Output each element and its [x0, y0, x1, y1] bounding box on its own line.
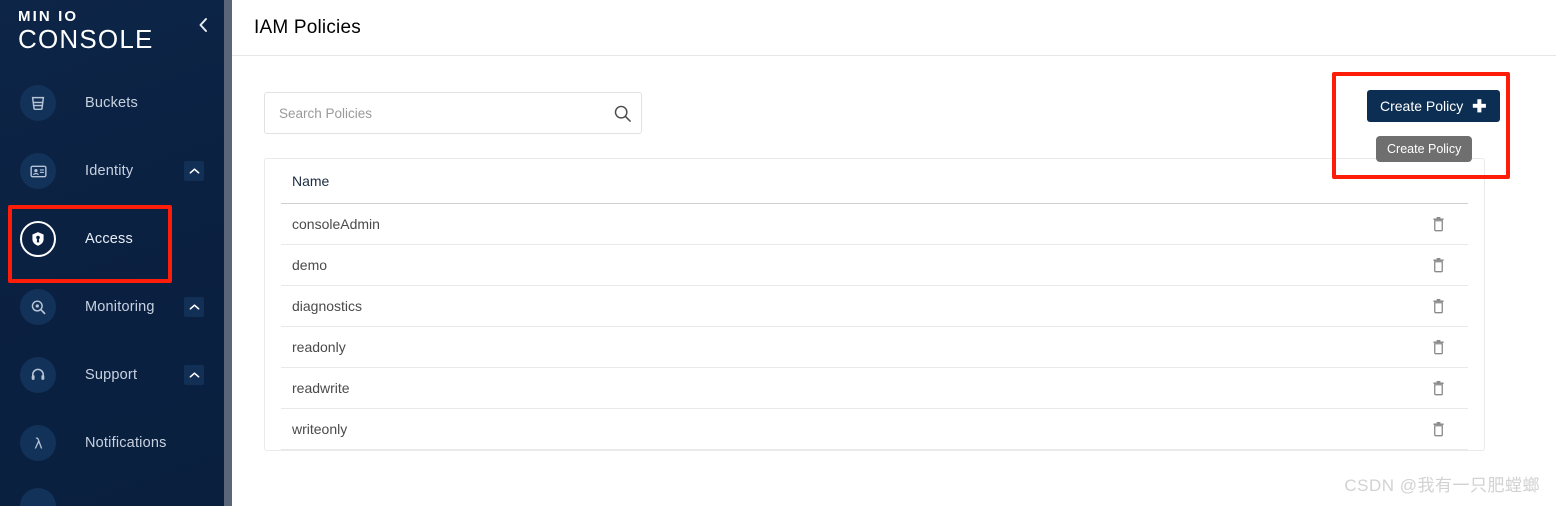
policy-name: diagnostics	[292, 298, 363, 314]
policy-name: readonly	[292, 339, 346, 355]
identity-card-icon	[20, 153, 56, 189]
trash-icon	[1432, 421, 1444, 437]
delete-policy-button[interactable]	[1408, 380, 1468, 396]
table-header-row: Name	[265, 159, 1484, 203]
lock-shield-icon	[20, 221, 56, 257]
policy-name: writeonly	[292, 421, 348, 437]
delete-policy-button[interactable]	[1408, 216, 1468, 232]
policy-name: readwrite	[292, 380, 350, 396]
delete-policy-button[interactable]	[1408, 257, 1468, 273]
row-divider	[281, 449, 1468, 450]
delete-policy-button[interactable]	[1408, 421, 1468, 437]
search-input[interactable]	[265, 93, 603, 133]
sidebar-item-monitoring[interactable]: Monitoring	[0, 284, 232, 330]
toolbar: Create Policy ✚ Create Policy	[264, 72, 1534, 179]
trash-icon	[1432, 380, 1444, 396]
svg-text:λ: λ	[34, 436, 43, 452]
sidebar-item-notifications[interactable]: λ Notifications	[0, 420, 232, 466]
search-policies-box[interactable]	[264, 92, 642, 134]
sidebar-item-buckets[interactable]: Buckets	[0, 80, 232, 126]
chevron-up-icon[interactable]	[184, 365, 204, 385]
sidebar-collapse-button[interactable]	[192, 14, 214, 36]
create-policy-button[interactable]: Create Policy ✚	[1367, 90, 1500, 122]
page-title: IAM Policies	[254, 16, 361, 38]
sidebar-menu: Buckets Identity Access Monitoring Suppo…	[0, 80, 232, 506]
chevron-left-icon	[199, 18, 207, 32]
content-area: Create Policy ✚ Create Policy Name conso…	[232, 56, 1556, 451]
page-header: IAM Policies	[232, 0, 1556, 56]
sidebar-item-label: Identity	[85, 163, 134, 179]
policy-name: demo	[292, 257, 328, 273]
create-policy-label: Create Policy	[1380, 98, 1464, 114]
table-row[interactable]: consoleAdmin	[265, 204, 1484, 244]
plus-icon: ✚	[1472, 96, 1487, 116]
main-content: IAM Policies Create Policy ✚	[232, 0, 1556, 506]
sidebar-item-label: Buckets	[85, 95, 138, 111]
trash-icon	[1432, 257, 1444, 273]
sidebar-item-partial-icon[interactable]	[20, 488, 56, 506]
sidebar-item-label: Notifications	[85, 435, 167, 451]
sidebar-item-label: Monitoring	[85, 299, 155, 315]
trash-icon	[1432, 216, 1444, 232]
trash-icon	[1432, 298, 1444, 314]
headset-icon	[20, 357, 56, 393]
table-row[interactable]: writeonly	[265, 409, 1484, 449]
sidebar-item-label: Access	[85, 231, 133, 247]
sidebar-item-identity[interactable]: Identity	[0, 148, 232, 194]
policy-name: consoleAdmin	[292, 216, 380, 232]
lambda-icon: λ	[20, 425, 56, 461]
sidebar: MIN IO CONSOLE Buckets Identity Access M…	[0, 0, 232, 506]
table-row[interactable]: readwrite	[265, 368, 1484, 408]
chevron-up-icon[interactable]	[184, 161, 204, 181]
watermark: CSDN @我有一只肥螳螂	[1344, 476, 1540, 495]
chevron-up-icon[interactable]	[184, 297, 204, 317]
sidebar-scrollbar[interactable]	[224, 0, 232, 506]
magnifier-gear-icon	[20, 289, 56, 325]
sidebar-item-access[interactable]: Access	[0, 216, 232, 262]
sidebar-item-support[interactable]: Support	[0, 352, 232, 398]
minio-console-window: MIN IO CONSOLE Buckets Identity Access M…	[0, 0, 1556, 506]
bucket-icon	[20, 85, 56, 121]
table-row[interactable]: diagnostics	[265, 286, 1484, 326]
column-header-name: Name	[292, 173, 330, 189]
sidebar-item-label: Support	[85, 367, 138, 383]
delete-policy-button[interactable]	[1408, 298, 1468, 314]
table-row[interactable]: readonly	[265, 327, 1484, 367]
policies-table: Name consoleAdmin demo diagnostics reado…	[264, 158, 1485, 451]
delete-policy-button[interactable]	[1408, 339, 1468, 355]
table-row[interactable]: demo	[265, 245, 1484, 285]
create-policy-tooltip: Create Policy	[1376, 136, 1473, 162]
sidebar-header: MIN IO CONSOLE	[0, 0, 232, 62]
search-icon[interactable]	[603, 93, 641, 133]
trash-icon	[1432, 339, 1444, 355]
